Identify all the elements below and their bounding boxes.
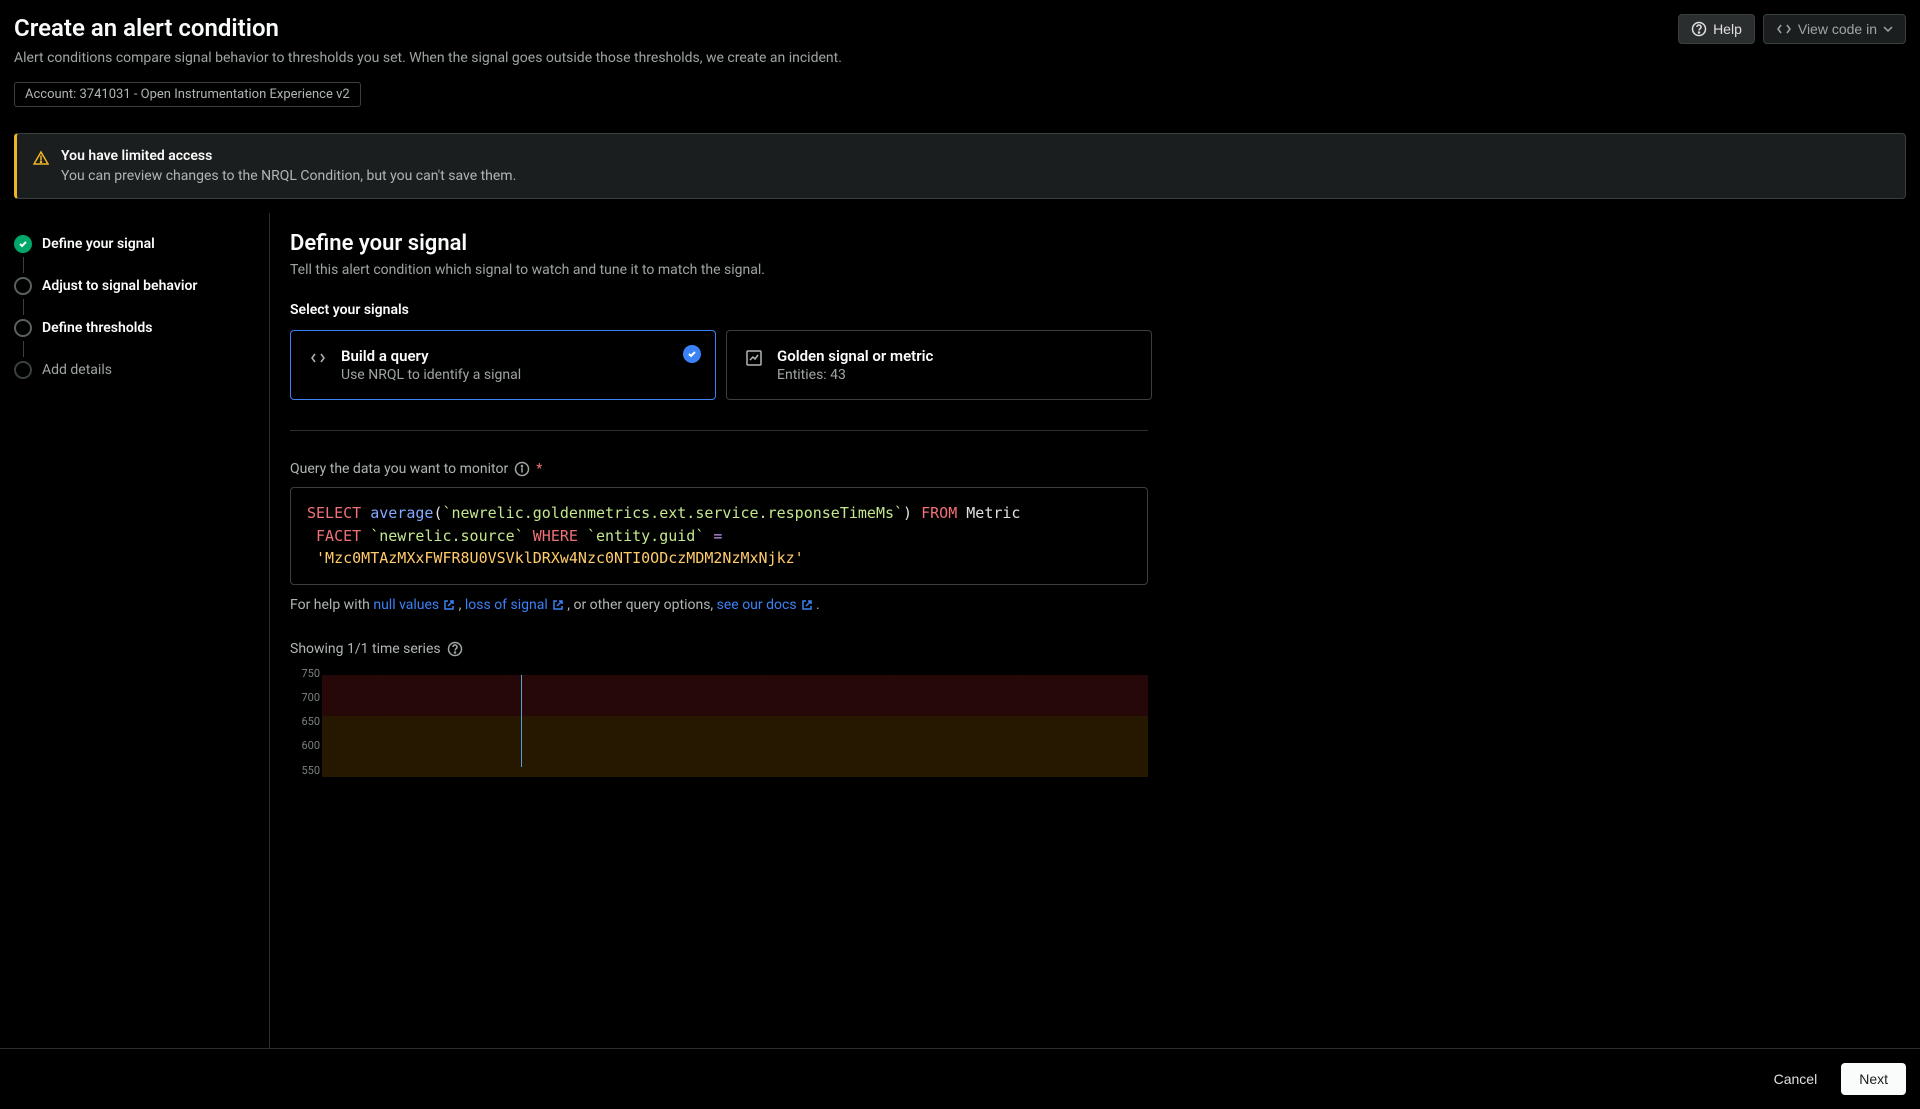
help-prefix: For help with (290, 597, 373, 613)
nrql-query-editor[interactable]: SELECT average(`newrelic.goldenmetrics.e… (290, 487, 1148, 585)
warning-title: You have limited access (61, 148, 516, 164)
help-icon[interactable] (447, 641, 463, 657)
build-query-card[interactable]: Build a query Use NRQL to identify a sig… (290, 330, 716, 400)
query-help-text: For help with null values , loss of sign… (290, 597, 1900, 613)
external-link-icon (801, 599, 813, 611)
card-sub: Entities: 43 (777, 367, 933, 383)
warning-banner: You have limited access You can preview … (14, 133, 1906, 199)
steps-sidebar: Define your signal Adjust to signal beha… (0, 213, 270, 1072)
code-icon (1776, 21, 1792, 37)
step-define-signal[interactable]: Define your signal (14, 231, 255, 257)
step-label: Adjust to signal behavior (42, 278, 197, 294)
code-identifier: `newrelic.source` (370, 527, 524, 545)
select-signals-label: Select your signals (290, 302, 1900, 318)
help-sep: , or other query options, (567, 597, 716, 613)
help-button[interactable]: Help (1678, 14, 1755, 44)
warning-text: You can preview changes to the NRQL Cond… (61, 168, 516, 184)
selected-check-icon (683, 345, 701, 363)
next-button[interactable]: Next (1841, 1063, 1906, 1095)
step-pending-icon (14, 277, 32, 295)
page-subtitle: Alert conditions compare signal behavior… (14, 50, 842, 66)
y-tick: 750 (290, 667, 320, 680)
y-axis: 750 700 650 600 550 (290, 667, 320, 777)
code-function: average (370, 504, 433, 522)
warning-icon (33, 150, 49, 166)
footer: Cancel Next (0, 1048, 1920, 1109)
account-tag: Account: 3741031 - Open Instrumentation … (14, 82, 361, 107)
y-tick: 550 (290, 764, 320, 777)
y-tick: 650 (290, 715, 320, 728)
step-label: Define your signal (42, 236, 155, 252)
code-paren: ) (903, 504, 912, 522)
card-title: Build a query (341, 347, 521, 365)
required-indicator: * (536, 461, 542, 477)
code-keyword: FROM (921, 504, 957, 522)
cancel-button[interactable]: Cancel (1760, 1063, 1832, 1095)
step-pending-icon (14, 319, 32, 337)
step-define-thresholds[interactable]: Define thresholds (14, 315, 255, 341)
query-label: Query the data you want to monitor (290, 461, 508, 477)
loss-of-signal-link[interactable]: loss of signal (465, 597, 564, 613)
code-keyword: SELECT (307, 504, 361, 522)
code-identifier: `newrelic.goldenmetrics.ext.service.resp… (442, 504, 903, 522)
showing-series-text: Showing 1/1 time series (290, 641, 441, 657)
section-subtitle: Tell this alert condition which signal t… (290, 262, 1900, 278)
external-link-icon (443, 599, 455, 611)
card-sub: Use NRQL to identify a signal (341, 367, 521, 383)
step-connector (23, 257, 24, 273)
code-string: 'Mzc0MTAzMXxFWFR8U0VSVklDRXw4Nzc0NTI0ODc… (316, 549, 804, 567)
code-operator: = (713, 527, 722, 545)
external-link-icon (552, 599, 564, 611)
null-values-link[interactable]: null values (373, 597, 455, 613)
view-code-label: View code in (1798, 21, 1877, 37)
code-keyword: FACET (316, 527, 361, 545)
code-identifier: Metric (966, 504, 1020, 522)
step-label: Add details (42, 362, 112, 378)
help-suffix: . (816, 597, 820, 613)
y-tick: 600 (290, 739, 320, 752)
divider (290, 430, 1148, 431)
golden-signal-card[interactable]: Golden signal or metric Entities: 43 (726, 330, 1152, 400)
code-keyword: WHERE (533, 527, 578, 545)
view-code-button[interactable]: View code in (1763, 14, 1906, 44)
page-title: Create an alert condition (14, 14, 842, 42)
chevron-down-icon (1883, 26, 1893, 32)
step-adjust-behavior[interactable]: Adjust to signal behavior (14, 273, 255, 299)
info-icon[interactable] (514, 461, 530, 477)
current-time-line (322, 675, 522, 767)
step-complete-icon (14, 235, 32, 253)
y-tick: 700 (290, 691, 320, 704)
see-docs-link[interactable]: see our docs (717, 597, 813, 613)
help-icon (1691, 21, 1707, 37)
step-label: Define thresholds (42, 320, 152, 336)
step-pending-icon (14, 361, 32, 379)
chart-icon (745, 349, 763, 367)
section-title: Define your signal (290, 231, 1900, 256)
card-title: Golden signal or metric (777, 347, 933, 365)
step-add-details[interactable]: Add details (14, 357, 255, 383)
step-connector (23, 341, 24, 357)
help-button-label: Help (1713, 21, 1742, 37)
step-connector (23, 299, 24, 315)
code-icon (309, 349, 327, 367)
preview-chart: 750 700 650 600 550 (290, 667, 1148, 777)
code-identifier: `entity.guid` (587, 527, 704, 545)
